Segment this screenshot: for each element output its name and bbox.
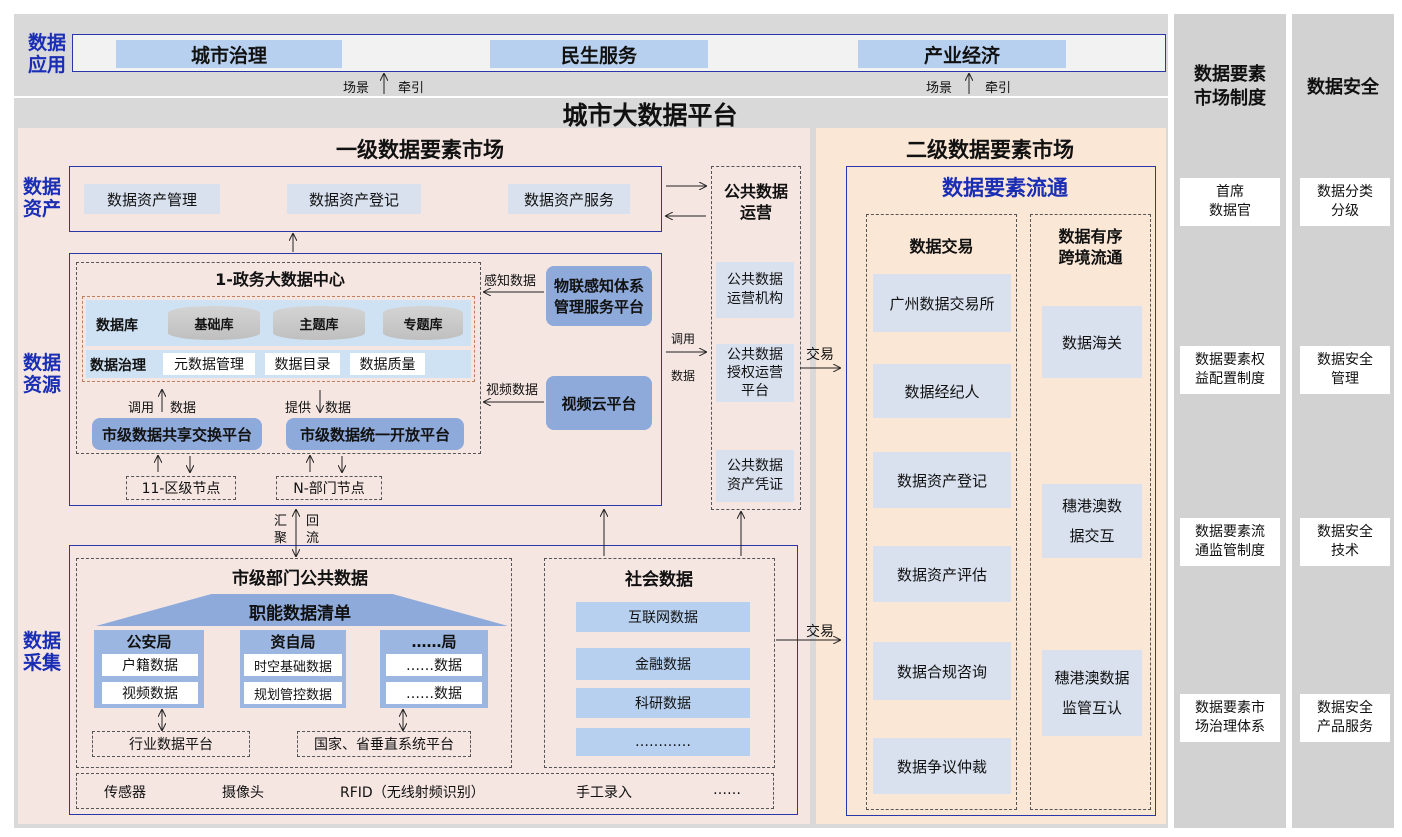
connector-arrows	[0, 0, 1402, 837]
